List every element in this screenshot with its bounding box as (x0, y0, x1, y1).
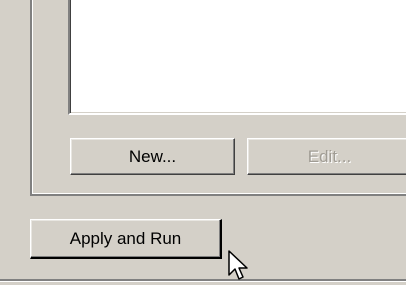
new-button-label: New... (128, 146, 177, 166)
new-button[interactable]: New... (70, 138, 235, 175)
arrow-cursor-icon (228, 250, 248, 280)
items-list[interactable] (68, 0, 406, 115)
edit-button[interactable]: Edit... (247, 138, 406, 175)
apply-and-run-button-label: Apply and Run (69, 228, 182, 248)
edit-button-label: Edit... (307, 146, 352, 166)
dialog-region: New... Edit... Apply and Run (0, 0, 406, 285)
bottom-divider (0, 279, 406, 282)
apply-and-run-button[interactable]: Apply and Run (30, 219, 222, 259)
